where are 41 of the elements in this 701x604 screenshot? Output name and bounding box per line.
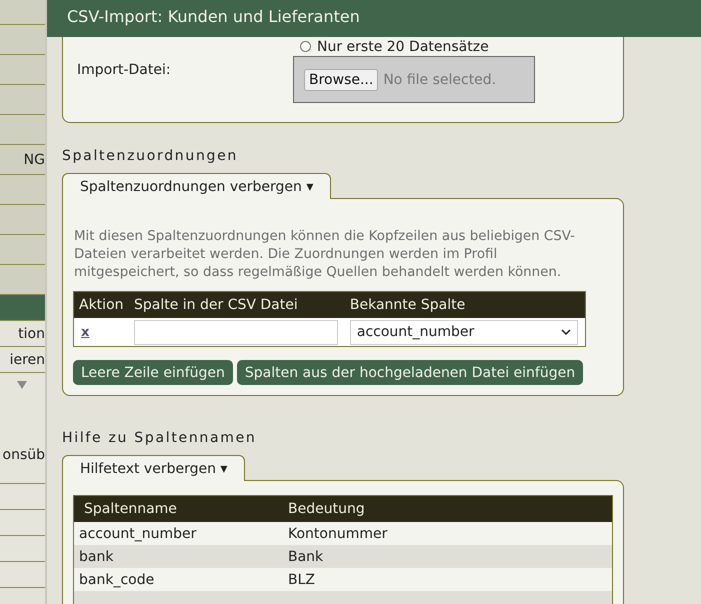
toggle-tab[interactable]: Spaltenzuordnungen verbergen ▾: [62, 173, 332, 199]
chevron-down-icon: [560, 329, 571, 335]
sidebar-item[interactable]: [0, 295, 45, 321]
radio-button[interactable]: [300, 41, 311, 52]
action-button[interactable]: Spalten aus der hochgeladenen Datei einfügen: [236, 360, 584, 385]
table-cell: account_number: [74, 522, 283, 545]
column-header: Spalte in der CSV Datei: [129, 292, 345, 318]
csv-column-field[interactable]: [134, 320, 338, 344]
radio-label: Nur erste 20 Datensätze: [317, 38, 489, 54]
file-input[interactable]: Browse... No file selected.: [293, 56, 535, 103]
column-header: Aktion: [74, 292, 129, 318]
column-header: Bedeutung: [283, 496, 612, 522]
page-title: CSV-Import: Kunden und Lieferanten: [47, 0, 701, 37]
table-cell: Bank: [283, 545, 612, 568]
sidebar-item[interactable]: [0, 205, 45, 235]
description-text: Mit diesen Spaltenzuordnungen können die Kopfzeilen aus beliebigen CSV-Dateien verarbeitet werden. Die Zuordnungen werden im Profil mitgespeichert, so dass regelmäßige Quellen behandelt werden können.: [73, 228, 576, 282]
sidebar-item[interactable]: [0, 55, 45, 85]
sidebar-item[interactable]: [0, 235, 45, 265]
table-cell: bank_code: [74, 568, 283, 591]
sidebar-item[interactable]: [0, 85, 45, 115]
table-cell: bank: [74, 545, 283, 568]
sidebar-item[interactable]: [0, 0, 45, 25]
column-header: Bekannte Spalte: [344, 292, 586, 318]
section-heading: Spaltenzuordnungen: [62, 148, 239, 164]
sidebar-item-label: onsüb: [2, 447, 45, 463]
table-cell: Kontonummer: [283, 522, 612, 545]
table-cell: BLZ: [283, 568, 612, 591]
sidebar-item[interactable]: [0, 115, 45, 145]
sidebar-item[interactable]: [0, 265, 45, 295]
sidebar-item[interactable]: [0, 25, 45, 55]
sidebar-item[interactable]: [0, 175, 45, 205]
known-column-select[interactable]: account_number: [350, 320, 578, 344]
sidebar-item[interactable]: NG: [0, 145, 45, 175]
import-file-label: Import-Datei:: [77, 62, 172, 78]
caret-icon: [17, 381, 27, 389]
section-heading: Hilfe zu Spaltennamen: [62, 430, 258, 446]
action-button[interactable]: Leere Zeile einfügen: [73, 360, 233, 385]
browse-button[interactable]: Browse...: [304, 68, 378, 90]
toggle-tab[interactable]: Hilfetext verbergen ▾: [62, 455, 246, 481]
delete-link[interactable]: x: [79, 325, 90, 340]
column-header: Spaltenname: [74, 496, 283, 522]
